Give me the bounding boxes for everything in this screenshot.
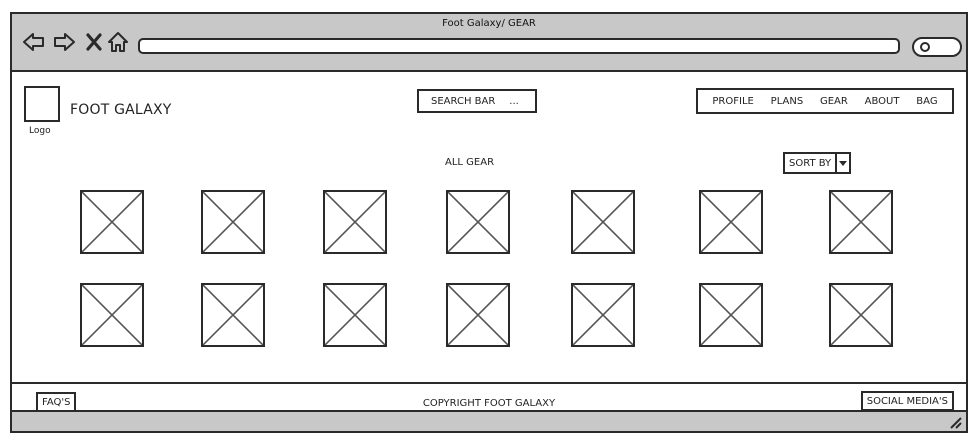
sort-label: SORT BY <box>783 152 838 174</box>
resize-grip-icon[interactable] <box>948 415 962 429</box>
search-input[interactable]: SEARCH BAR ... <box>417 89 537 113</box>
product-image-placeholder[interactable] <box>571 190 635 254</box>
forward-arrow-icon[interactable] <box>52 30 76 54</box>
product-image-placeholder[interactable] <box>201 190 265 254</box>
nav-item-profile[interactable]: PROFILE <box>712 96 753 107</box>
nav-item-gear[interactable]: GEAR <box>820 96 848 107</box>
nav-item-about[interactable]: ABOUT <box>865 96 900 107</box>
product-image-placeholder[interactable] <box>829 190 893 254</box>
close-icon[interactable] <box>82 30 106 54</box>
product-image-placeholder[interactable] <box>323 190 387 254</box>
chevron-down-icon[interactable] <box>837 152 852 174</box>
search-ellipsis: ... <box>509 95 519 107</box>
product-image-placeholder[interactable] <box>323 283 387 347</box>
main-nav: PROFILE PLANS GEAR ABOUT BAG <box>696 88 954 114</box>
nav-item-bag[interactable]: BAG <box>916 96 937 107</box>
product-image-placeholder[interactable] <box>829 283 893 347</box>
logo-placeholder[interactable] <box>24 86 60 122</box>
page-content: Logo FOOT GALAXY SEARCH BAR ... PROFILE … <box>12 74 966 382</box>
browser-chrome: Foot Galaxy/ GEAR <box>12 14 966 72</box>
product-image-placeholder[interactable] <box>699 283 763 347</box>
magnifier-icon <box>920 42 930 52</box>
product-image-placeholder[interactable] <box>699 190 763 254</box>
product-image-placeholder[interactable] <box>201 283 265 347</box>
back-arrow-icon[interactable] <box>22 30 46 54</box>
browser-search-button[interactable] <box>912 37 962 57</box>
product-image-placeholder[interactable] <box>571 283 635 347</box>
logo-caption: Logo <box>29 126 51 136</box>
sort-dropdown[interactable]: SORT BY <box>783 152 852 174</box>
product-image-placeholder[interactable] <box>80 283 144 347</box>
brand-name[interactable]: FOOT GALAXY <box>70 102 172 118</box>
social-media-link[interactable]: SOCIAL MEDIA'S <box>860 391 954 411</box>
copyright-text: COPYRIGHT FOOT GALAXY <box>422 398 556 409</box>
product-image-placeholder[interactable] <box>446 283 510 347</box>
footer: FAQ'S COPYRIGHT FOOT GALAXY SOCIAL MEDIA… <box>12 382 966 412</box>
status-bar <box>12 410 966 431</box>
search-label: SEARCH BAR <box>431 95 496 107</box>
nav-item-plans[interactable]: PLANS <box>771 96 804 107</box>
browser-window: Foot Galaxy/ GEAR Logo FOOT GALAXY SEARC… <box>10 12 968 433</box>
product-image-placeholder[interactable] <box>446 190 510 254</box>
product-image-placeholder[interactable] <box>80 190 144 254</box>
address-bar[interactable] <box>138 38 900 54</box>
window-title: Foot Galaxy/ GEAR <box>442 18 536 29</box>
section-title: ALL GEAR <box>445 157 495 168</box>
home-icon[interactable] <box>106 30 130 54</box>
